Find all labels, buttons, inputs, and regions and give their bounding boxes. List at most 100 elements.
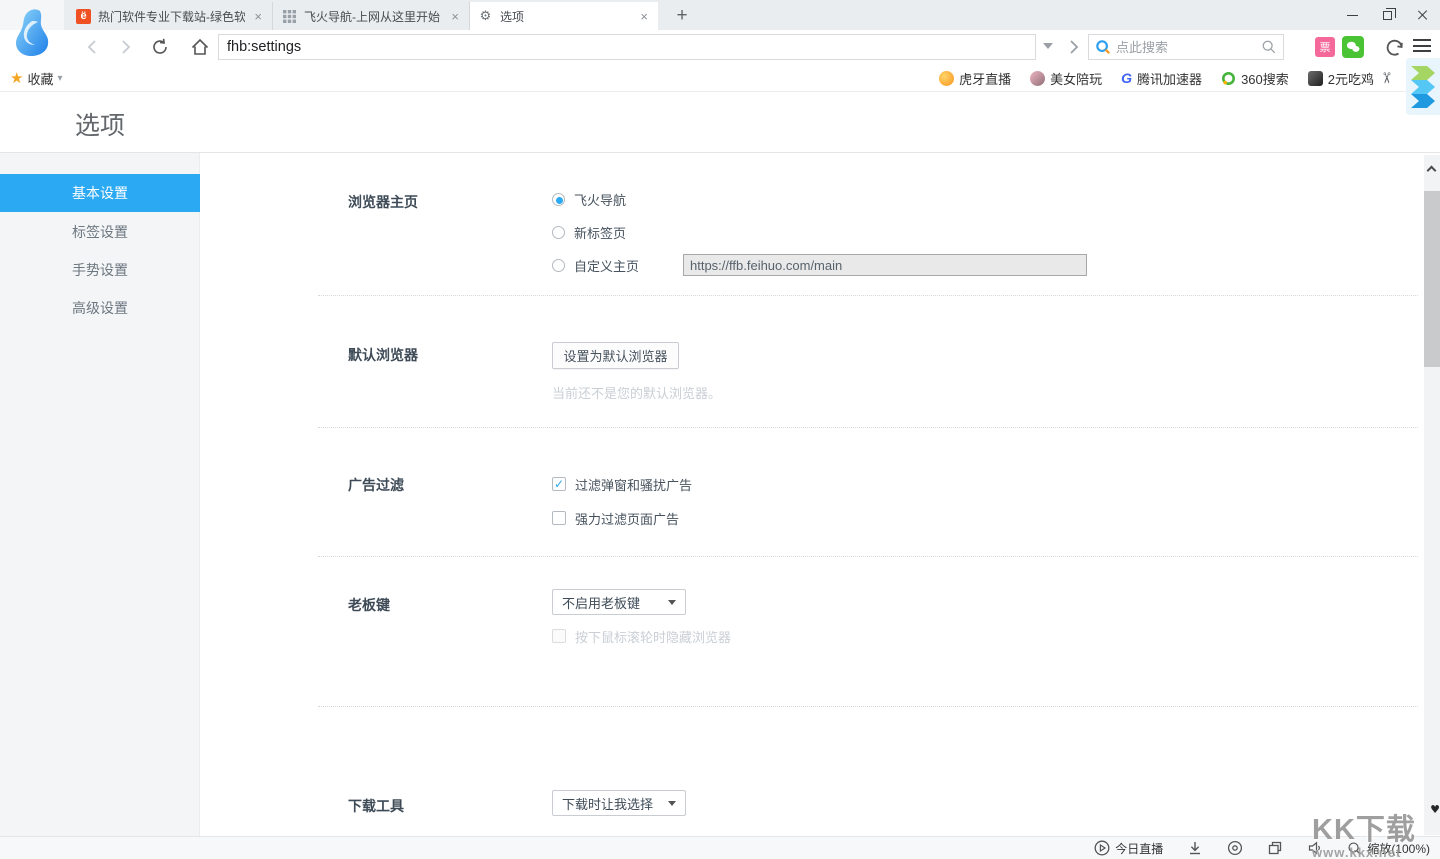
window-controls <box>1335 0 1440 30</box>
downloads-button[interactable] <box>1187 840 1203 856</box>
close-tab-icon[interactable]: × <box>638 9 650 24</box>
maximize-button[interactable] <box>1370 0 1405 30</box>
sidebar-item-tab-settings[interactable]: 标签设置 <box>0 213 200 251</box>
wechat-icon[interactable] <box>1342 36 1364 58</box>
checkbox-strong-filter[interactable]: 强力过滤页面广告 <box>552 509 679 527</box>
radio-label: 飞火导航 <box>574 190 626 209</box>
maximize-icon <box>1383 11 1392 20</box>
radio-icon[interactable] <box>552 226 565 239</box>
settings-sidebar: 基本设置 标签设置 手势设置 高级设置 <box>0 153 200 836</box>
boss-key-dropdown[interactable]: 不启用老板键 <box>552 589 686 615</box>
section-divider <box>318 556 1418 557</box>
bookmark-peiwan[interactable]: 美女陪玩 <box>1030 69 1102 88</box>
huya-icon <box>939 71 954 86</box>
refresh-button[interactable] <box>149 36 171 58</box>
zoom-label: 缩放(100%) <box>1367 840 1430 857</box>
favorites-button[interactable]: ★ 收藏 ▾ <box>10 64 63 92</box>
tab-feihuo-nav[interactable]: 飞火导航-上网从这里开始 × <box>274 2 470 30</box>
scissors-icon[interactable]: ✂ <box>1377 72 1395 85</box>
bookmark-label: 360搜索 <box>1241 69 1289 88</box>
multi-window-button[interactable] <box>1267 840 1283 856</box>
ticket-badge-icon[interactable]: 票 <box>1315 37 1335 57</box>
address-dropdown-icon[interactable] <box>1043 43 1053 49</box>
close-tab-icon[interactable]: × <box>449 9 461 24</box>
section-label-homepage: 浏览器主页 <box>348 192 418 212</box>
set-default-browser-button[interactable]: 设置为默认浏览器 <box>552 342 679 369</box>
checkbox-disabled-icon <box>552 629 566 643</box>
custom-homepage-input[interactable] <box>683 254 1087 276</box>
status-bar: 今日直播 缩放(100%) <box>0 836 1440 859</box>
avatar-icon <box>1030 71 1045 86</box>
page-header: 选项 <box>0 92 1440 153</box>
settings-content: 浏览器主页 飞火导航 新标签页 自定义主页 默认浏览器 设置为默认浏览器 当前还… <box>200 153 1440 836</box>
sound-button[interactable] <box>1307 840 1323 856</box>
sidebar-item-basic-settings[interactable]: 基本设置 <box>0 174 200 212</box>
tab-settings-active[interactable]: ⚙ 选项 × <box>470 2 658 30</box>
checkbox-checked-icon[interactable]: ✓ <box>552 477 566 491</box>
bookmark-huya[interactable]: 虎牙直播 <box>939 69 1011 88</box>
section-divider <box>318 706 1418 707</box>
address-bar[interactable] <box>218 34 1036 60</box>
zoom-control[interactable]: 缩放(100%) <box>1347 840 1430 857</box>
chevron-ribbons-icon <box>1409 64 1437 110</box>
radio-custom-homepage[interactable]: 自定义主页 <box>552 256 639 274</box>
live-today-button[interactable]: 今日直播 <box>1094 840 1163 857</box>
bookmark-label: 2元吃鸡 <box>1328 69 1374 88</box>
search-box[interactable] <box>1088 34 1284 60</box>
gear-icon: ⚙ <box>478 9 493 24</box>
tab-download-site[interactable]: ë 热门软件专业下载站-绿色软 × <box>68 2 273 30</box>
bookmark-label: 腾讯加速器 <box>1137 69 1202 88</box>
checkbox-unchecked-icon[interactable] <box>552 511 566 525</box>
checkbox-label: 按下鼠标滚轮时隐藏浏览器 <box>575 627 731 646</box>
radio-icon-selected[interactable] <box>552 193 565 206</box>
bookmark-360search[interactable]: 360搜索 <box>1221 69 1289 88</box>
bookmark-items: 虎牙直播 美女陪玩 G 腾讯加速器 360搜索 2元吃鸡 <box>939 64 1374 92</box>
bookmark-chiji[interactable]: 2元吃鸡 <box>1308 69 1374 88</box>
radio-icon[interactable] <box>552 259 565 272</box>
home-button[interactable] <box>189 36 211 58</box>
radio-label: 新标签页 <box>574 223 626 242</box>
search-input[interactable] <box>1116 40 1261 55</box>
go-button[interactable] <box>1062 36 1084 58</box>
caret-down-icon <box>668 801 676 806</box>
section-label-ad-filter: 广告过滤 <box>348 475 404 495</box>
sidebar-item-gesture-settings[interactable]: 手势设置 <box>0 251 200 289</box>
undo-icon[interactable] <box>1384 37 1406 59</box>
search-magnifier-icon[interactable] <box>1261 39 1277 55</box>
checkbox-filter-popups[interactable]: ✓ 过滤弹窗和骚扰广告 <box>552 475 692 493</box>
minimize-button[interactable] <box>1335 0 1370 30</box>
checkbox-label: 强力过滤页面广告 <box>575 509 679 528</box>
plugin-center-button[interactable] <box>1227 840 1243 856</box>
search-engine-icon <box>1095 39 1111 55</box>
checkbox-label: 过滤弹窗和骚扰广告 <box>575 475 692 494</box>
tab-bar: ë 热门软件专业下载站-绿色软 × 飞火导航-上网从这里开始 × ⚙ 选项 × … <box>0 0 1440 30</box>
vertical-scrollbar[interactable] <box>1424 155 1440 835</box>
browser-logo[interactable] <box>8 8 56 56</box>
close-window-button[interactable] <box>1405 0 1440 30</box>
forward-button[interactable] <box>114 36 136 58</box>
new-tab-button[interactable]: + <box>666 2 698 30</box>
checkbox-hide-on-wheel-disabled: 按下鼠标滚轮时隐藏浏览器 <box>552 627 731 645</box>
browser-window: ë 热门软件专业下载站-绿色软 × 飞火导航-上网从这里开始 × ⚙ 选项 × … <box>0 0 1440 859</box>
navigation-bar: 票 <box>0 30 1440 64</box>
download-tool-dropdown[interactable]: 下载时让我选择 <box>552 790 686 816</box>
bookmark-accelerator[interactable]: G 腾讯加速器 <box>1121 69 1202 88</box>
live-today-label: 今日直播 <box>1115 840 1163 857</box>
scroll-up-arrow-icon[interactable] <box>1427 166 1437 176</box>
back-button[interactable] <box>82 36 104 58</box>
menu-icon[interactable] <box>1413 39 1431 52</box>
play-circle-icon <box>1094 840 1110 856</box>
radio-new-tab-page[interactable]: 新标签页 <box>552 223 626 241</box>
section-divider <box>318 295 1418 296</box>
close-tab-icon[interactable]: × <box>252 9 264 24</box>
sidebar-item-advanced-settings[interactable]: 高级设置 <box>0 289 200 327</box>
section-label-download-tool: 下载工具 <box>348 796 404 816</box>
favorites-label: 收藏 <box>27 69 53 88</box>
section-divider <box>318 427 1418 428</box>
scrollbar-thumb[interactable] <box>1424 191 1440 367</box>
side-panel-toggle[interactable] <box>1406 58 1440 115</box>
tab-title: 选项 <box>500 8 631 25</box>
radio-feihuo-nav[interactable]: 飞火导航 <box>552 190 626 208</box>
minimize-icon <box>1347 15 1358 16</box>
bookmark-label: 虎牙直播 <box>959 69 1011 88</box>
